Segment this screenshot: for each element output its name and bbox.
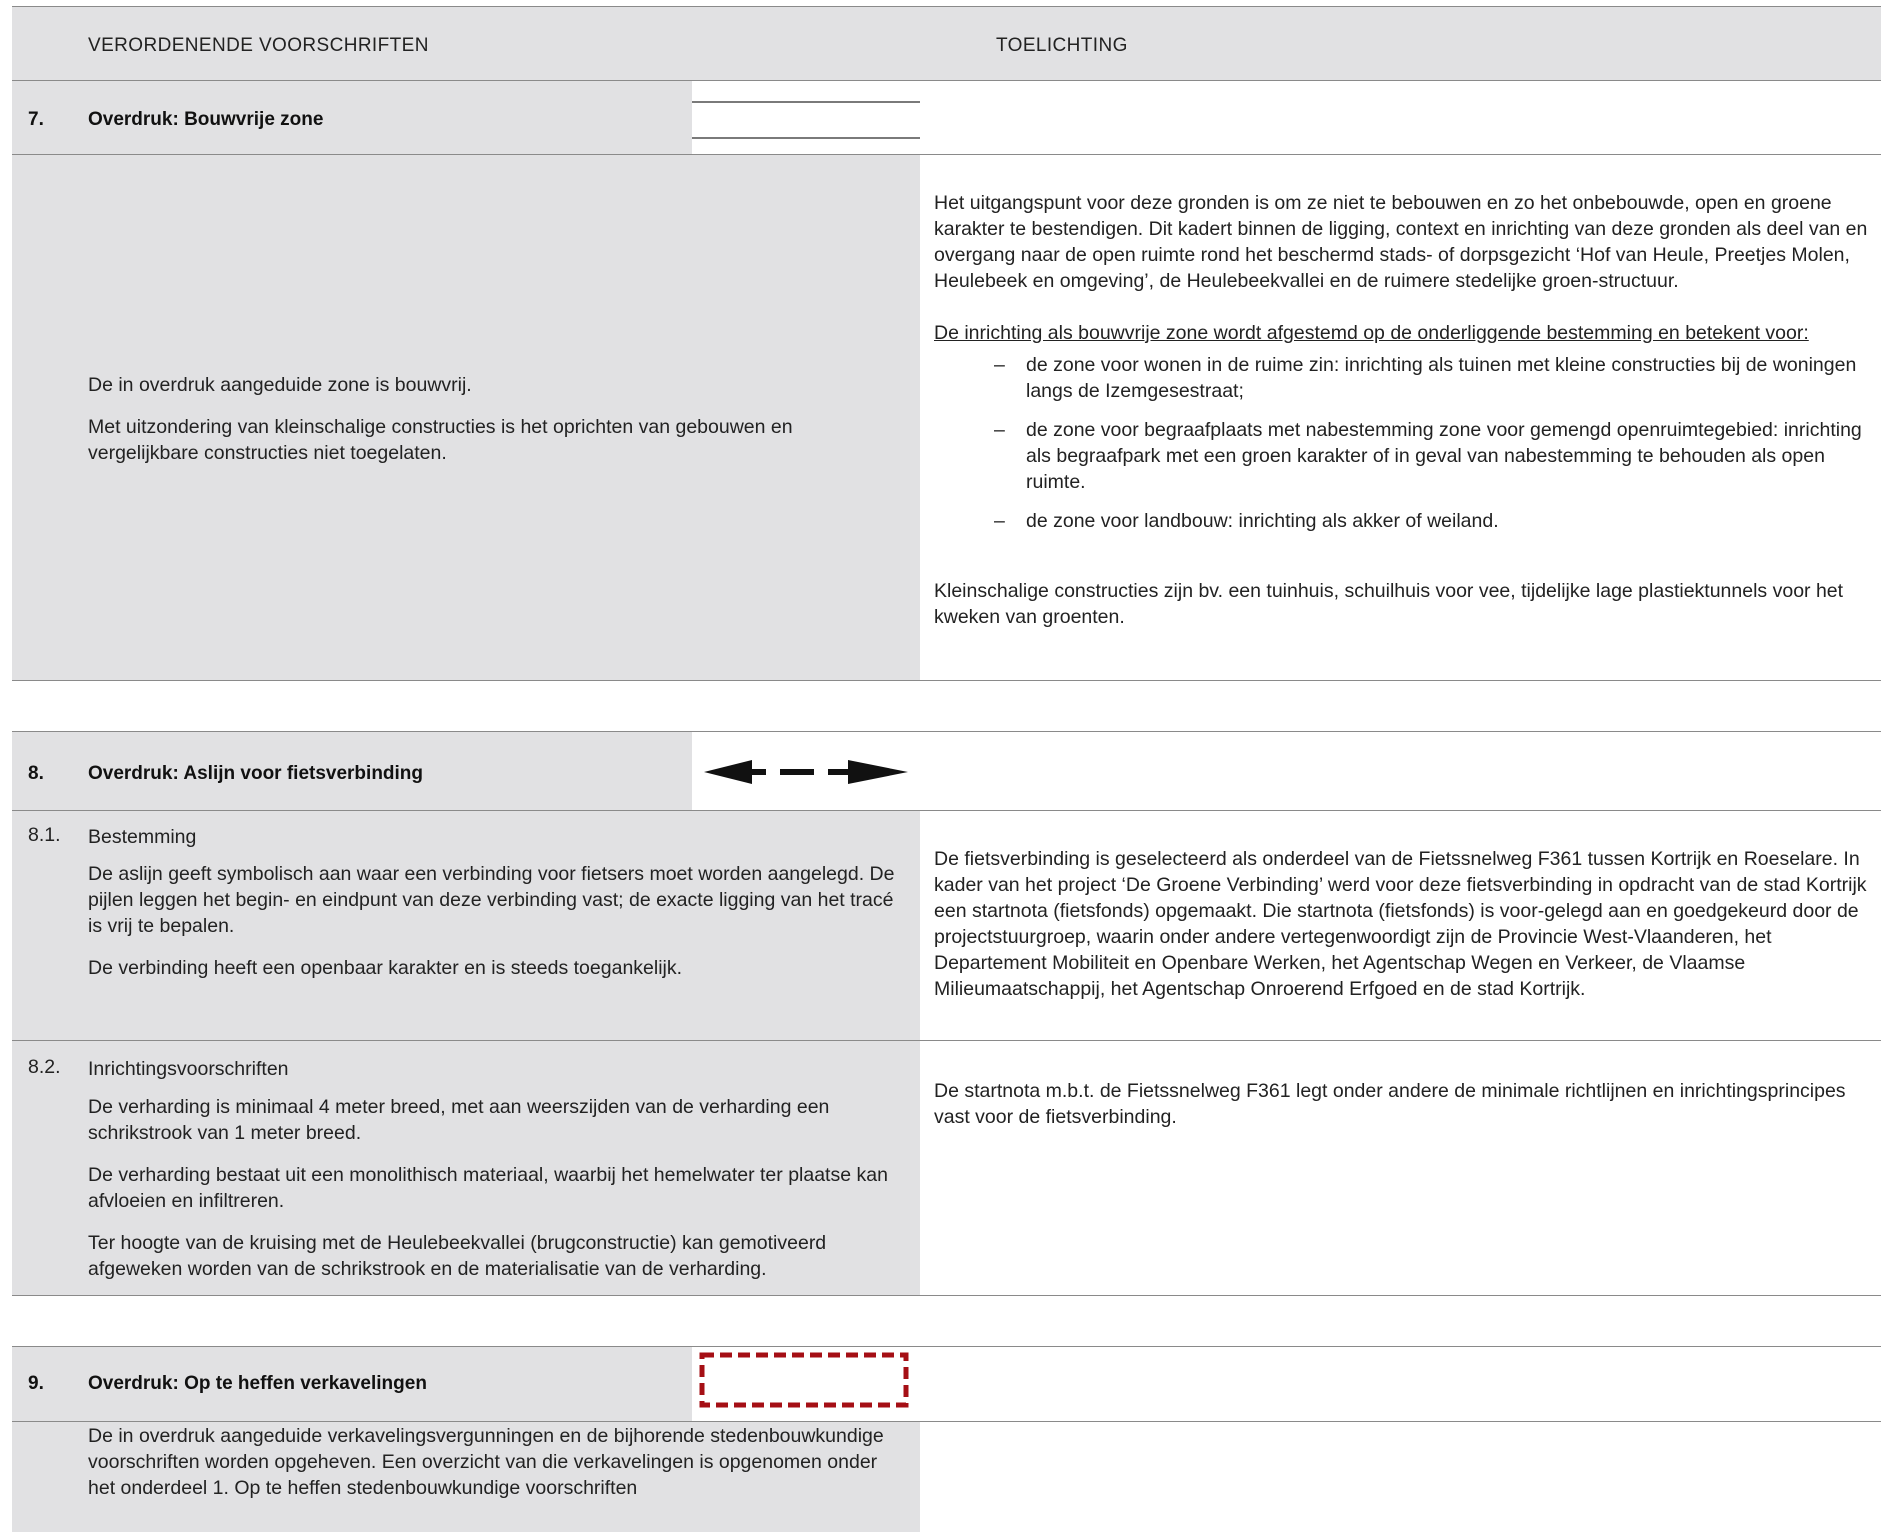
subsection-8-1-number: 8.1. [28, 824, 61, 846]
subsection-8-2-number: 8.2. [28, 1056, 61, 1078]
bouwvrij-statement: De in overdruk aangeduide zone is bouwvr… [88, 374, 472, 396]
arrow-left-icon [704, 760, 752, 784]
startnota-paragraph: De startnota m.b.t. de Fietssnelweg F361… [934, 1080, 1846, 1128]
inrichting-heading: Inrichtingsvoorschriften [88, 1058, 289, 1080]
section-7-right-text: Het uitgangspunt voor deze gronden is om… [934, 190, 1881, 630]
section-9-left-text: De in overdruk aangeduide verkavelingsve… [88, 1423, 908, 1501]
verharding-breedte-paragraph: De verharding is minimaal 4 meter breed,… [88, 1096, 830, 1144]
bouwvrije-zone-legend-symbol [692, 81, 920, 154]
bestemming-heading: Bestemming [88, 826, 197, 848]
header-top-rule [12, 6, 1881, 7]
aslijn-paragraph: De aslijn geeft symbolisch aan waar een … [88, 863, 895, 937]
section-8-number: 8. [28, 763, 44, 784]
inrichting-heading: De inrichting als bouwvrije zone wordt a… [934, 322, 1809, 344]
section-7-bottom-rule [12, 680, 1881, 681]
openbaar-paragraph: De verbinding heeft een openbaar karakte… [88, 957, 683, 979]
fietssnelweg-paragraph: De fietsverbinding is geselecteerd als o… [934, 848, 1867, 1000]
verharding-materiaal-paragraph: De verharding bestaat uit een monolithis… [88, 1164, 888, 1212]
subsection-8-1-left-text: Bestemming De aslijn geeft symbolisch aa… [88, 824, 908, 981]
header-toelichting: TOELICHTING [996, 35, 1128, 56]
list-item: – de zone voor wonen in de ruime zin: inr… [994, 354, 1857, 402]
section-7-number: 7. [28, 109, 44, 130]
list-item: – de zone voor begraafplaats met nabestem… [994, 419, 1862, 493]
section-9-title: Overdruk: Op te heffen verkavelingen [88, 1373, 427, 1394]
section-7-left-text: De in overdruk aangeduide zone is bouwvr… [88, 372, 888, 466]
subsection-8-1-right-text: De fietsverbinding is geselecteerd als o… [934, 846, 1874, 1002]
section-9-number: 9. [28, 1373, 44, 1394]
bestemming-list: – de zone voor wonen in de ruime zin: inr… [934, 352, 1881, 534]
section-7-title: Overdruk: Bouwvrije zone [88, 109, 324, 130]
subsection-8-2-left-text: Inrichtingsvoorschriften De verharding i… [88, 1056, 908, 1282]
kleinschalige-paragraph: Kleinschalige constructies zijn bv. een … [934, 580, 1844, 628]
opheffing-paragraph: De in overdruk aangeduide verkavelingsve… [88, 1425, 884, 1499]
section-8-title: Overdruk: Aslijn voor fietsverbinding [88, 763, 424, 784]
verkaveling-legend-symbol [699, 1352, 909, 1408]
arrow-right-icon [848, 760, 908, 784]
kruising-paragraph: Ter hoogte van de kruising met de Heuleb… [88, 1232, 827, 1280]
dash-icon [780, 769, 814, 775]
section-8-bottom-rule [12, 1295, 1881, 1296]
header-verordenende: VERORDENENDE VOORSCHRIFTEN [88, 35, 429, 56]
uitgangspunt-paragraph: Het uitgangspunt voor deze gronden is om… [934, 192, 1868, 292]
list-item: – de zone voor landbouw: inrichting als a… [994, 510, 1499, 532]
subsection-8-2-right-text: De startnota m.b.t. de Fietssnelweg F361… [934, 1078, 1874, 1130]
aslijn-legend-symbol [704, 760, 908, 784]
constructies-statement: Met uitzondering van kleinschalige const… [88, 416, 793, 464]
